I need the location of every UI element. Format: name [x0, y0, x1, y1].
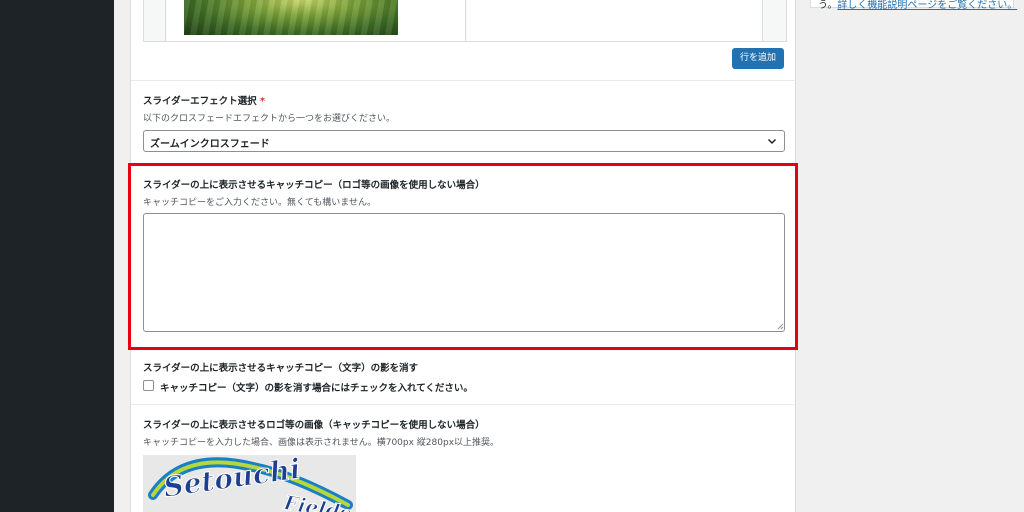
logo-text-primary: Setouchi — [161, 455, 302, 504]
repeater-row-handle[interactable] — [144, 0, 166, 41]
repeater-image-cell — [167, 0, 466, 41]
feature-description-link[interactable]: 詳しく機能説明ページをご覧ください。 — [837, 0, 1017, 11]
shadow-checkbox-label[interactable]: キャッチコピー（文字）の影を消す場合にはチェックを入れてください。 — [160, 380, 473, 394]
admin-menu-sidebar — [0, 0, 114, 512]
slider-effect-label-text: スライダーエフェクト選択 — [143, 96, 257, 107]
sidebar-text-prefix: う。 — [818, 0, 838, 11]
add-row-button[interactable]: 行を追加 — [732, 48, 785, 69]
slider-effect-select[interactable]: ズームインクロスフェード — [143, 130, 785, 152]
repeater-cell — [467, 0, 763, 41]
logo-image-preview[interactable]: Setouchi Fields — [143, 455, 356, 512]
slider-effect-label: スライダーエフェクト選択 * — [143, 93, 265, 107]
shadow-label: スライダーの上に表示させるキャッチコピー（文字）の影を消す — [143, 363, 419, 374]
logo-image-label: スライダーの上に表示させるロゴ等の画像（キャッチコピーを使用しない場合） — [143, 420, 485, 431]
slider-effect-description: 以下のクロスフェードエフェクトから一つをお選びください。 — [143, 114, 396, 124]
repeater-table — [143, 0, 787, 42]
logo-artwork: Setouchi Fields — [148, 455, 353, 512]
slider-image-thumbnail[interactable] — [184, 0, 398, 35]
highlight-frame — [128, 163, 798, 350]
shadow-checkbox[interactable] — [143, 380, 154, 391]
logo-image-description: キャッチコピーを入力した場合、画像は表示されません。横700px 縦280px以… — [143, 438, 500, 448]
field-divider — [131, 80, 795, 81]
required-mark: * — [259, 96, 265, 107]
slider-effect-selected-value: ズームインクロスフェード — [150, 139, 270, 150]
right-sidebar: う。詳しく機能説明ページをご覧ください。 — [810, 0, 1024, 512]
field-divider — [131, 404, 795, 405]
chevron-down-icon — [767, 138, 777, 145]
sidebar-info-text: う。詳しく機能説明ページをご覧ください。 — [818, 0, 1017, 11]
